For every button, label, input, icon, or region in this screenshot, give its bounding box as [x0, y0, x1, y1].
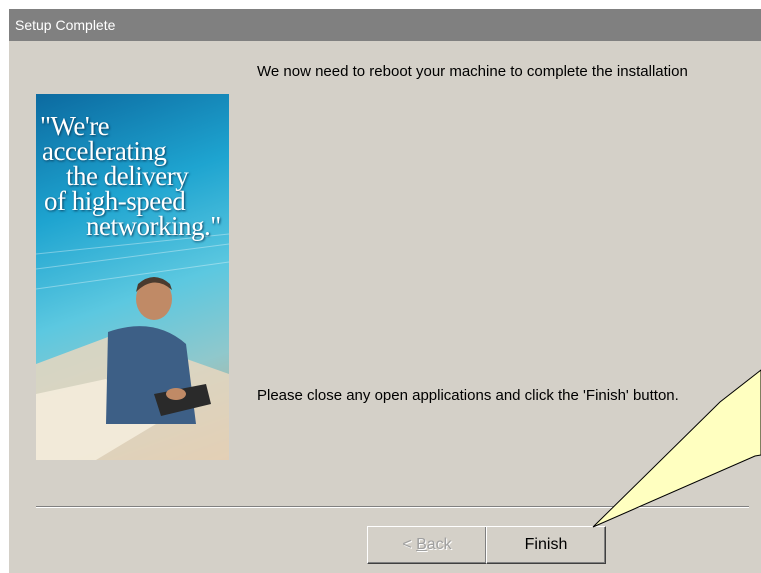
finish-button-label: Finish — [524, 536, 568, 553]
banner-quote: "We're accelerating the delivery of high… — [36, 113, 229, 241]
finish-button[interactable]: Finish — [486, 526, 606, 564]
separator-line — [36, 506, 749, 508]
back-button[interactable]: < Back — [367, 526, 487, 564]
reboot-message: We now need to reboot your machine to co… — [257, 63, 688, 80]
title-bar: Setup Complete — [9, 9, 761, 41]
banner-quote-line: networking." — [86, 211, 221, 241]
close-apps-message: Please close any open applications and c… — [257, 387, 679, 404]
banner-image: "We're accelerating the delivery of high… — [36, 94, 229, 460]
setup-dialog: Setup Complete "We're accelerating the d… — [8, 8, 761, 573]
back-button-label: < Back — [402, 536, 452, 553]
window-title: Setup Complete — [15, 17, 116, 33]
